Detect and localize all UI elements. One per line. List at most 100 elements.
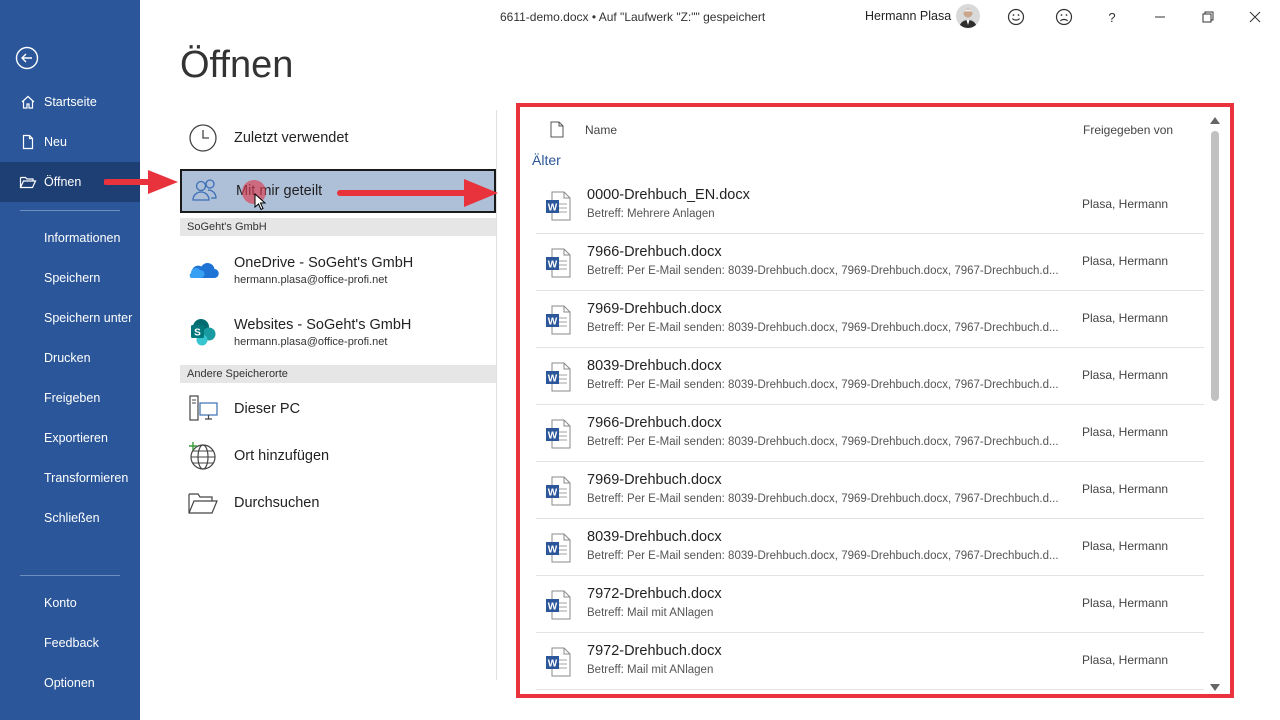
nav-speichern[interactable]: Speichern [0, 258, 140, 298]
nav-feedback[interactable]: Feedback [0, 623, 140, 663]
computer-icon [186, 392, 220, 426]
file-shared-by: Plasa, Hermann [1082, 425, 1169, 439]
backstage-sidebar: Startseite Neu Öffnen Informationen Spei… [0, 0, 140, 720]
sharepoint-icon: S [186, 315, 220, 349]
file-row[interactable]: W 7966-Drehbuch.docx Betreff: Per E-Mail s… [536, 405, 1204, 462]
nav-neu[interactable]: Neu [0, 122, 140, 162]
scroll-down-icon[interactable] [1210, 684, 1220, 691]
column-header-shared-by[interactable]: Freigegeben von [1083, 123, 1173, 137]
location-label: OneDrive - SoGeht's GmbH [234, 254, 414, 271]
nav-konto[interactable]: Konto [0, 583, 140, 623]
nav-transformieren[interactable]: Transformieren [0, 458, 140, 498]
user-name[interactable]: Hermann Plasa [865, 9, 951, 23]
location-label: Zuletzt verwendet [234, 130, 349, 146]
clock-icon [186, 121, 220, 155]
word-document-icon: W [545, 590, 571, 620]
avatar[interactable] [956, 4, 980, 28]
file-shared-by: Plasa, Hermann [1082, 482, 1169, 496]
section-header-organization: SoGeht's GmbH [180, 218, 496, 236]
vertical-scrollbar[interactable] [1208, 111, 1222, 693]
file-row[interactable]: W 8039-Drehbuch.docx Betreff: Per E-Mail s… [536, 519, 1204, 576]
shared-files-panel: Name Freigegeben von Älter W 0000-Drehbuc… [516, 103, 1234, 698]
file-subject: Betreff: Mail mit ANlagen [587, 664, 714, 676]
word-document-icon: W [545, 533, 571, 563]
location-onedrive[interactable]: OneDrive - SoGeht's GmbH hermann.plasa@o… [180, 244, 496, 296]
nav-label: Konto [44, 596, 77, 610]
file-shared-by: Plasa, Hermann [1082, 254, 1169, 268]
nav-separator [20, 210, 120, 211]
nav-label: Speichern unter [44, 311, 133, 325]
location-browse[interactable]: Durchsuchen [180, 484, 496, 522]
document-icon [550, 121, 564, 138]
back-button[interactable] [15, 46, 39, 70]
nav-separator [20, 575, 120, 576]
help-button[interactable]: ? [1101, 6, 1123, 28]
nav-freigeben[interactable]: Freigeben [0, 378, 140, 418]
file-subject: Betreff: Per E-Mail senden: 8039-Drehbuc… [587, 379, 1059, 391]
title-bar: 6611-demo.docx • Auf "Laufwerk "Z:"" ges… [140, 0, 1280, 34]
file-shared-by: Plasa, Hermann [1082, 539, 1169, 553]
file-row[interactable]: W 0000-Drehbuch_EN.docx Betreff: Mehrere A… [536, 177, 1204, 234]
file-row[interactable]: W 7969-Drehbuch.docx Betreff: Per E-Mail s… [536, 462, 1204, 519]
smile-icon [1007, 8, 1025, 26]
nav-informationen[interactable]: Informationen [0, 218, 140, 258]
file-name: 7966-Drehbuch.docx [587, 244, 722, 260]
file-name: 8039-Drehbuch.docx [587, 529, 722, 545]
back-arrow-icon [15, 46, 39, 70]
document-title: 6611-demo.docx • Auf "Laufwerk "Z:"" ges… [500, 10, 766, 24]
new-document-icon [18, 132, 38, 152]
frown-button[interactable] [1053, 6, 1075, 28]
word-document-icon: W [545, 248, 571, 278]
word-document-icon: W [545, 305, 571, 335]
file-subject: Betreff: Per E-Mail senden: 8039-Drehbuc… [587, 322, 1059, 334]
location-add-place[interactable]: Ort hinzufügen [180, 437, 496, 475]
file-subject: Betreff: Per E-Mail senden: 8039-Drehbuc… [587, 265, 1059, 277]
nav-label: Exportieren [44, 431, 108, 445]
restore-button[interactable] [1197, 6, 1219, 28]
nav-label: Drucken [44, 351, 91, 365]
location-this-pc[interactable]: Dieser PC [180, 390, 496, 428]
word-document-icon: W [545, 419, 571, 449]
location-text: OneDrive - SoGeht's GmbH hermann.plasa@o… [234, 255, 413, 286]
svg-text:W: W [548, 317, 558, 328]
people-icon [188, 174, 222, 208]
file-name: 7972-Drehbuch.docx [587, 586, 722, 602]
nav-label: Schließen [44, 511, 100, 525]
close-icon [1249, 11, 1261, 23]
nav-label: Speichern [44, 271, 101, 285]
location-recent[interactable]: Zuletzt verwendet [180, 118, 496, 158]
minimize-button[interactable] [1149, 6, 1171, 28]
nav-drucken[interactable]: Drucken [0, 338, 140, 378]
file-row[interactable]: W 7972-Drehbuch.docx Betreff: Mail mit ANl… [536, 576, 1204, 633]
file-row[interactable]: W 8039-Drehbuch.docx Betreff: Per E-Mail s… [536, 348, 1204, 405]
folder-icon [186, 486, 220, 520]
word-document-icon: W [545, 476, 571, 506]
file-row[interactable]: W 7966-Drehbuch.docx Betreff: Per E-Mail s… [536, 234, 1204, 291]
file-shared-by: Plasa, Hermann [1082, 311, 1169, 325]
column-header-name[interactable]: Name [585, 123, 617, 137]
word-document-icon: W [545, 362, 571, 392]
annotation-arrow-right [337, 179, 498, 207]
annotation-arrow-left [104, 170, 178, 194]
file-subject: Betreff: Mehrere Anlagen [587, 208, 715, 220]
nav-label: Transformieren [44, 471, 129, 485]
file-name: 7966-Drehbuch.docx [587, 415, 722, 431]
nav-schliessen[interactable]: Schließen [0, 498, 140, 538]
word-backstage-window: Startseite Neu Öffnen Informationen Spei… [0, 0, 1280, 720]
scroll-up-icon[interactable] [1210, 117, 1220, 124]
nav-speichern-unter[interactable]: Speichern unter [0, 298, 140, 338]
nav-optionen[interactable]: Optionen [0, 663, 140, 703]
page-title: Öffnen [180, 44, 294, 86]
svg-text:W: W [548, 374, 558, 385]
scroll-thumb[interactable] [1211, 131, 1219, 401]
file-row[interactable]: W 7969-Drehbuch.docx Betreff: Per E-Mail s… [536, 291, 1204, 348]
nav-startseite[interactable]: Startseite [0, 82, 140, 122]
file-row[interactable]: W 7972-Drehbuch.docx Betreff: Mail mit ANl… [536, 633, 1204, 690]
close-button[interactable] [1244, 6, 1266, 28]
nav-label: Optionen [44, 676, 95, 690]
group-label-older: Älter [532, 152, 561, 168]
smile-button[interactable] [1005, 6, 1027, 28]
location-sharepoint-sites[interactable]: S Websites - SoGeht's GmbH hermann.plasa… [180, 306, 496, 358]
nav-exportieren[interactable]: Exportieren [0, 418, 140, 458]
file-subject: Betreff: Mail mit ANlagen [587, 607, 714, 619]
